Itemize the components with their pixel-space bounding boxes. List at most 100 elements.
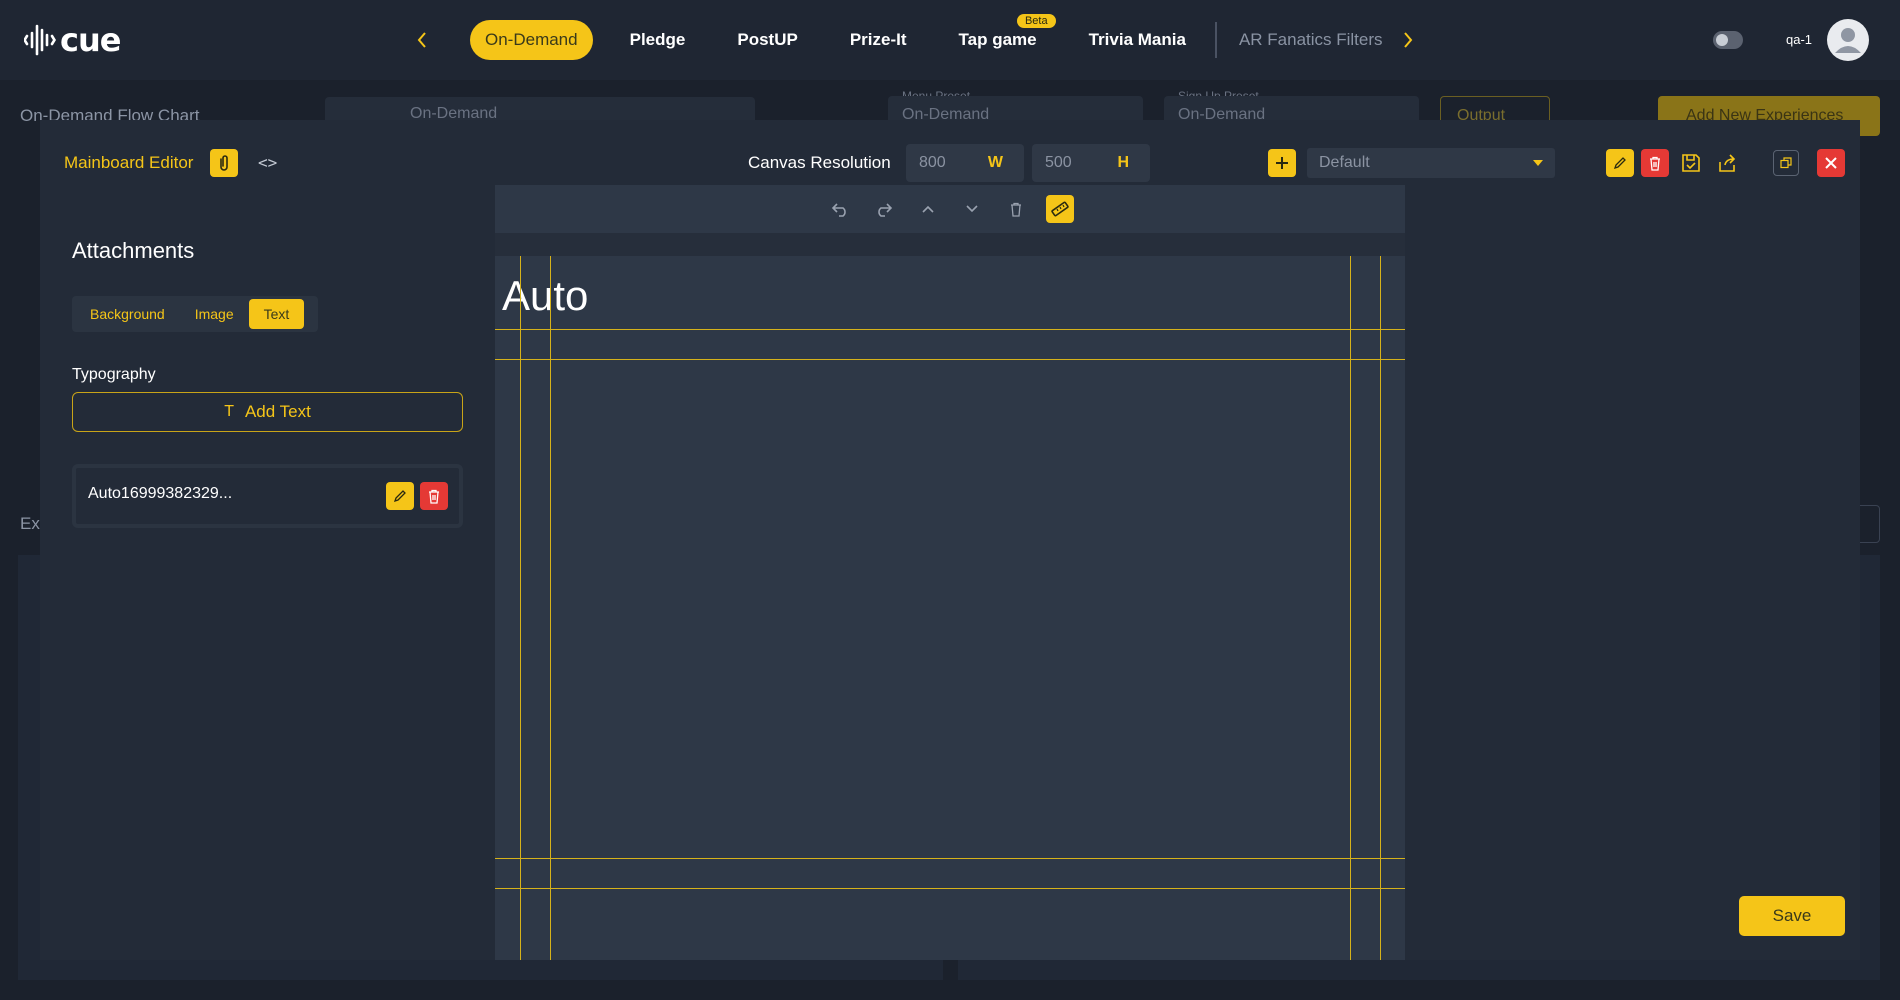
- tab-label: Trivia Mania: [1088, 30, 1186, 49]
- text-tool-icon: T: [224, 403, 234, 420]
- experience-tabs: On-Demand Pledge PostUP Prize-It Tap gam…: [470, 14, 1420, 60]
- tab-label: Prize-It: [849, 30, 907, 49]
- canvas-height-input[interactable]: 500 H: [1032, 144, 1150, 182]
- chevron-right-icon: [1404, 32, 1413, 48]
- add-preset-button[interactable]: [1268, 149, 1296, 177]
- save-button[interactable]: Save: [1739, 896, 1845, 936]
- chevron-down-icon: [966, 205, 978, 213]
- tab-label: PostUP: [737, 30, 798, 49]
- guide-line-horizontal: [495, 888, 1405, 889]
- close-icon: [1825, 157, 1837, 169]
- tab-on-demand[interactable]: On-Demand: [470, 20, 593, 60]
- tab-postup[interactable]: PostUP: [722, 20, 812, 60]
- trash-icon: [1650, 156, 1660, 171]
- design-canvas[interactable]: Auto: [495, 256, 1405, 960]
- tab-background[interactable]: Background: [75, 299, 180, 329]
- minimize-modal-button[interactable]: [1773, 150, 1799, 176]
- guide-line-vertical: [1380, 256, 1381, 960]
- guide-line-vertical: [1350, 256, 1351, 960]
- cue-logo[interactable]: cue: [24, 21, 121, 59]
- tab-text[interactable]: Text: [248, 299, 305, 329]
- trash-icon: [1011, 202, 1021, 217]
- nav-prev-arrow[interactable]: [410, 26, 434, 54]
- preset-value: Default: [1319, 154, 1370, 171]
- tab-label: Pledge: [629, 30, 686, 49]
- username: qa-1: [1786, 32, 1813, 47]
- tab-ar-fanatics-filters[interactable]: AR Fanatics Filters: [1239, 20, 1398, 60]
- preset-select[interactable]: Default: [1307, 148, 1555, 178]
- tab-prize-it[interactable]: Prize-It: [835, 20, 922, 60]
- ruler-icon: [1051, 201, 1069, 217]
- user-icon: [1835, 28, 1861, 53]
- edit-preset-button[interactable]: [1606, 149, 1634, 177]
- guide-line-horizontal: [495, 858, 1405, 859]
- add-text-button[interactable]: T Add Text: [72, 392, 463, 432]
- bring-forward-button[interactable]: [914, 195, 942, 223]
- tab-image[interactable]: Image: [180, 299, 249, 329]
- plus-icon: [1276, 157, 1288, 169]
- guide-line-vertical: [550, 256, 551, 960]
- attachments-toggle-button[interactable]: [210, 149, 238, 177]
- avatar[interactable]: [1827, 19, 1869, 61]
- redo-button[interactable]: [870, 195, 898, 223]
- tab-pledge[interactable]: Pledge: [615, 20, 701, 60]
- code-view-icon[interactable]: <>: [258, 153, 277, 172]
- share-preset-button[interactable]: [1713, 149, 1741, 177]
- save-preset-button[interactable]: [1677, 149, 1705, 177]
- soundwave-logo-icon: [24, 24, 56, 56]
- delete-preset-button[interactable]: [1641, 149, 1669, 177]
- tab-label: On-Demand: [485, 30, 578, 49]
- tab-trivia-mania[interactable]: Trivia Mania: [1074, 20, 1201, 60]
- guide-line-horizontal: [495, 359, 1405, 360]
- width-value: 800: [919, 154, 946, 171]
- height-unit: H: [1117, 154, 1129, 171]
- beta-badge: Beta: [1016, 14, 1056, 28]
- attachments-title: Attachments: [72, 238, 195, 263]
- canvas-width-input[interactable]: 800 W: [906, 144, 1024, 182]
- share-icon: [1719, 154, 1736, 172]
- caret-down-icon: [1533, 160, 1543, 166]
- tab-label: Text: [263, 306, 290, 322]
- attachment-type-tabs: Background Image Text: [72, 296, 318, 332]
- nav-next-arrow[interactable]: [1396, 26, 1420, 54]
- edit-attachment-button[interactable]: [386, 482, 414, 510]
- chevron-up-icon: [922, 205, 934, 213]
- modal-title: Mainboard Editor: [64, 153, 194, 172]
- canvas-resolution-label: Canvas Resolution: [748, 153, 891, 172]
- tab-label: Background: [90, 306, 165, 322]
- tab-label: Tap game: [958, 30, 1037, 49]
- mainboard-editor-modal: Mainboard Editor <> Canvas Resolution 80…: [40, 120, 1860, 960]
- theme-toggle[interactable]: [1713, 31, 1743, 49]
- canvas-text-element[interactable]: Auto: [502, 272, 588, 320]
- redo-icon: [878, 203, 893, 217]
- guide-line-vertical: [520, 256, 521, 960]
- canvas-ruler-gap: [495, 233, 1405, 256]
- chevron-left-icon: [417, 32, 426, 48]
- tab-tap-game[interactable]: Tap game Beta: [944, 14, 1056, 60]
- save-icon: [1682, 154, 1700, 172]
- width-unit: W: [987, 154, 1003, 171]
- send-backward-button[interactable]: [958, 195, 986, 223]
- undo-icon: [831, 203, 846, 217]
- delete-attachment-button[interactable]: [420, 482, 448, 510]
- toggle-knob: [1716, 34, 1728, 46]
- paperclip-icon: [220, 155, 228, 171]
- undo-button[interactable]: [826, 195, 854, 223]
- canvas-toolbar: [495, 185, 1405, 233]
- save-label: Save: [1772, 906, 1812, 925]
- close-modal-button[interactable]: [1817, 149, 1845, 177]
- tab-label: Image: [194, 306, 234, 322]
- attachment-name: Auto16999382329...: [88, 485, 233, 502]
- top-navigation-bar: cue On-Demand Pledge PostUP Prize-It Tap…: [0, 0, 1900, 80]
- window-restore-icon: [1780, 157, 1792, 169]
- attachment-item[interactable]: Auto16999382329...: [72, 464, 463, 528]
- pencil-icon: [1613, 157, 1626, 170]
- delete-element-button[interactable]: [1002, 195, 1030, 223]
- logo-text: cue: [60, 21, 121, 59]
- height-value: 500: [1045, 154, 1072, 171]
- ruler-toggle-button[interactable]: [1046, 195, 1074, 223]
- nav-divider: [1214, 22, 1217, 58]
- add-text-label: Add Text: [244, 402, 311, 421]
- pencil-icon: [393, 490, 406, 503]
- typography-label: Typography: [72, 366, 156, 383]
